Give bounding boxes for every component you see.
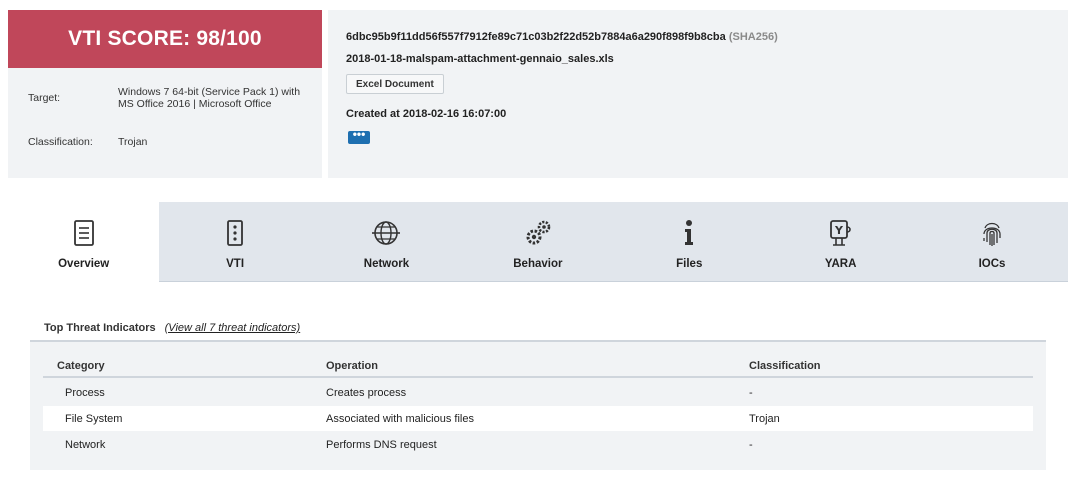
file-type-tag: Excel Document — [346, 74, 444, 94]
tab-label: IOCs — [978, 258, 1006, 270]
tab-label: Files — [676, 258, 703, 270]
threat-indicators-title: Top Threat Indicators — [44, 322, 156, 334]
file-hash-line: 6dbc95b9f11dd56f557f7912fe89c71c03b2f22d… — [346, 31, 778, 43]
classification-label: Classification: — [28, 136, 93, 148]
tab-network[interactable]: Network — [311, 202, 462, 282]
view-all-threats-link[interactable]: (View all 7 threat indicators) — [165, 322, 301, 334]
yara-icon: Y — [826, 218, 856, 248]
threat-table: Category Operation Classification Proces… — [30, 340, 1046, 470]
tab-label: YARA — [824, 258, 857, 270]
table-header: Category Operation Classification — [43, 356, 1033, 378]
tab-label: Overview — [58, 258, 110, 270]
score-panel: VTI SCORE: 98/100 Target: Windows 7 64-b… — [8, 10, 322, 178]
classification-row: Classification: Trojan — [28, 136, 313, 148]
tab-label: VTI — [226, 258, 245, 270]
tab-yara[interactable]: Y YARA — [765, 202, 916, 282]
table-row: Network Performs DNS request - — [43, 432, 1033, 457]
svg-text:Y: Y — [834, 224, 844, 237]
tab-label: Network — [363, 258, 410, 270]
column-header-operation: Operation — [326, 360, 378, 372]
fingerprint-icon — [977, 218, 1007, 248]
row-category: Network — [65, 439, 106, 451]
row-classification: Trojan — [749, 413, 780, 425]
tab-files[interactable]: Files — [614, 202, 765, 282]
server-icon — [220, 218, 250, 248]
row-category: File System — [65, 413, 123, 425]
row-operation: Associated with malicious files — [326, 413, 474, 425]
more-options-button[interactable]: ••• — [348, 128, 370, 144]
file-info-panel: 6dbc95b9f11dd56f557f7912fe89c71c03b2f22d… — [328, 10, 1068, 178]
created-timestamp: Created at 2018-02-16 16:07:00 — [346, 108, 507, 120]
tab-label: Behavior — [513, 258, 563, 270]
row-operation: Performs DNS request — [326, 439, 437, 451]
target-label: Target: — [28, 92, 61, 104]
tab-overview[interactable]: Overview — [8, 202, 160, 283]
file-name: 2018-01-18-malspam-attachment-gennaio_sa… — [346, 53, 614, 65]
table-row: File System Associated with malicious fi… — [43, 406, 1033, 431]
table-row: Process Creates process - — [43, 380, 1033, 405]
report-tabs: Overview VTI Network Behavior Files Y YA… — [8, 202, 1068, 283]
target-row: Target: Windows 7 64-bit (Service Pack 1… — [28, 79, 313, 117]
classification-value: Trojan — [118, 136, 148, 148]
tab-vti[interactable]: VTI — [159, 202, 310, 282]
vti-score: VTI SCORE: 98/100 — [8, 10, 322, 68]
column-header-category: Category — [57, 360, 105, 372]
tab-behavior[interactable]: Behavior — [462, 202, 613, 282]
info-icon — [674, 218, 704, 248]
row-category: Process — [65, 387, 105, 399]
row-classification: - — [749, 387, 753, 399]
tab-iocs[interactable]: IOCs — [916, 202, 1067, 282]
column-header-classification: Classification — [749, 360, 821, 372]
hash-type: (SHA256) — [728, 31, 778, 43]
row-classification: - — [749, 439, 753, 451]
row-operation: Creates process — [326, 387, 407, 399]
target-value: Windows 7 64-bit (Service Pack 1) with M… — [118, 86, 301, 110]
threat-indicators-header: Top Threat Indicators (View all 7 threat… — [44, 322, 300, 334]
gears-icon — [523, 218, 553, 248]
file-hash: 6dbc95b9f11dd56f557f7912fe89c71c03b2f22d… — [346, 31, 726, 43]
globe-icon — [371, 218, 401, 248]
document-icon — [69, 218, 99, 248]
